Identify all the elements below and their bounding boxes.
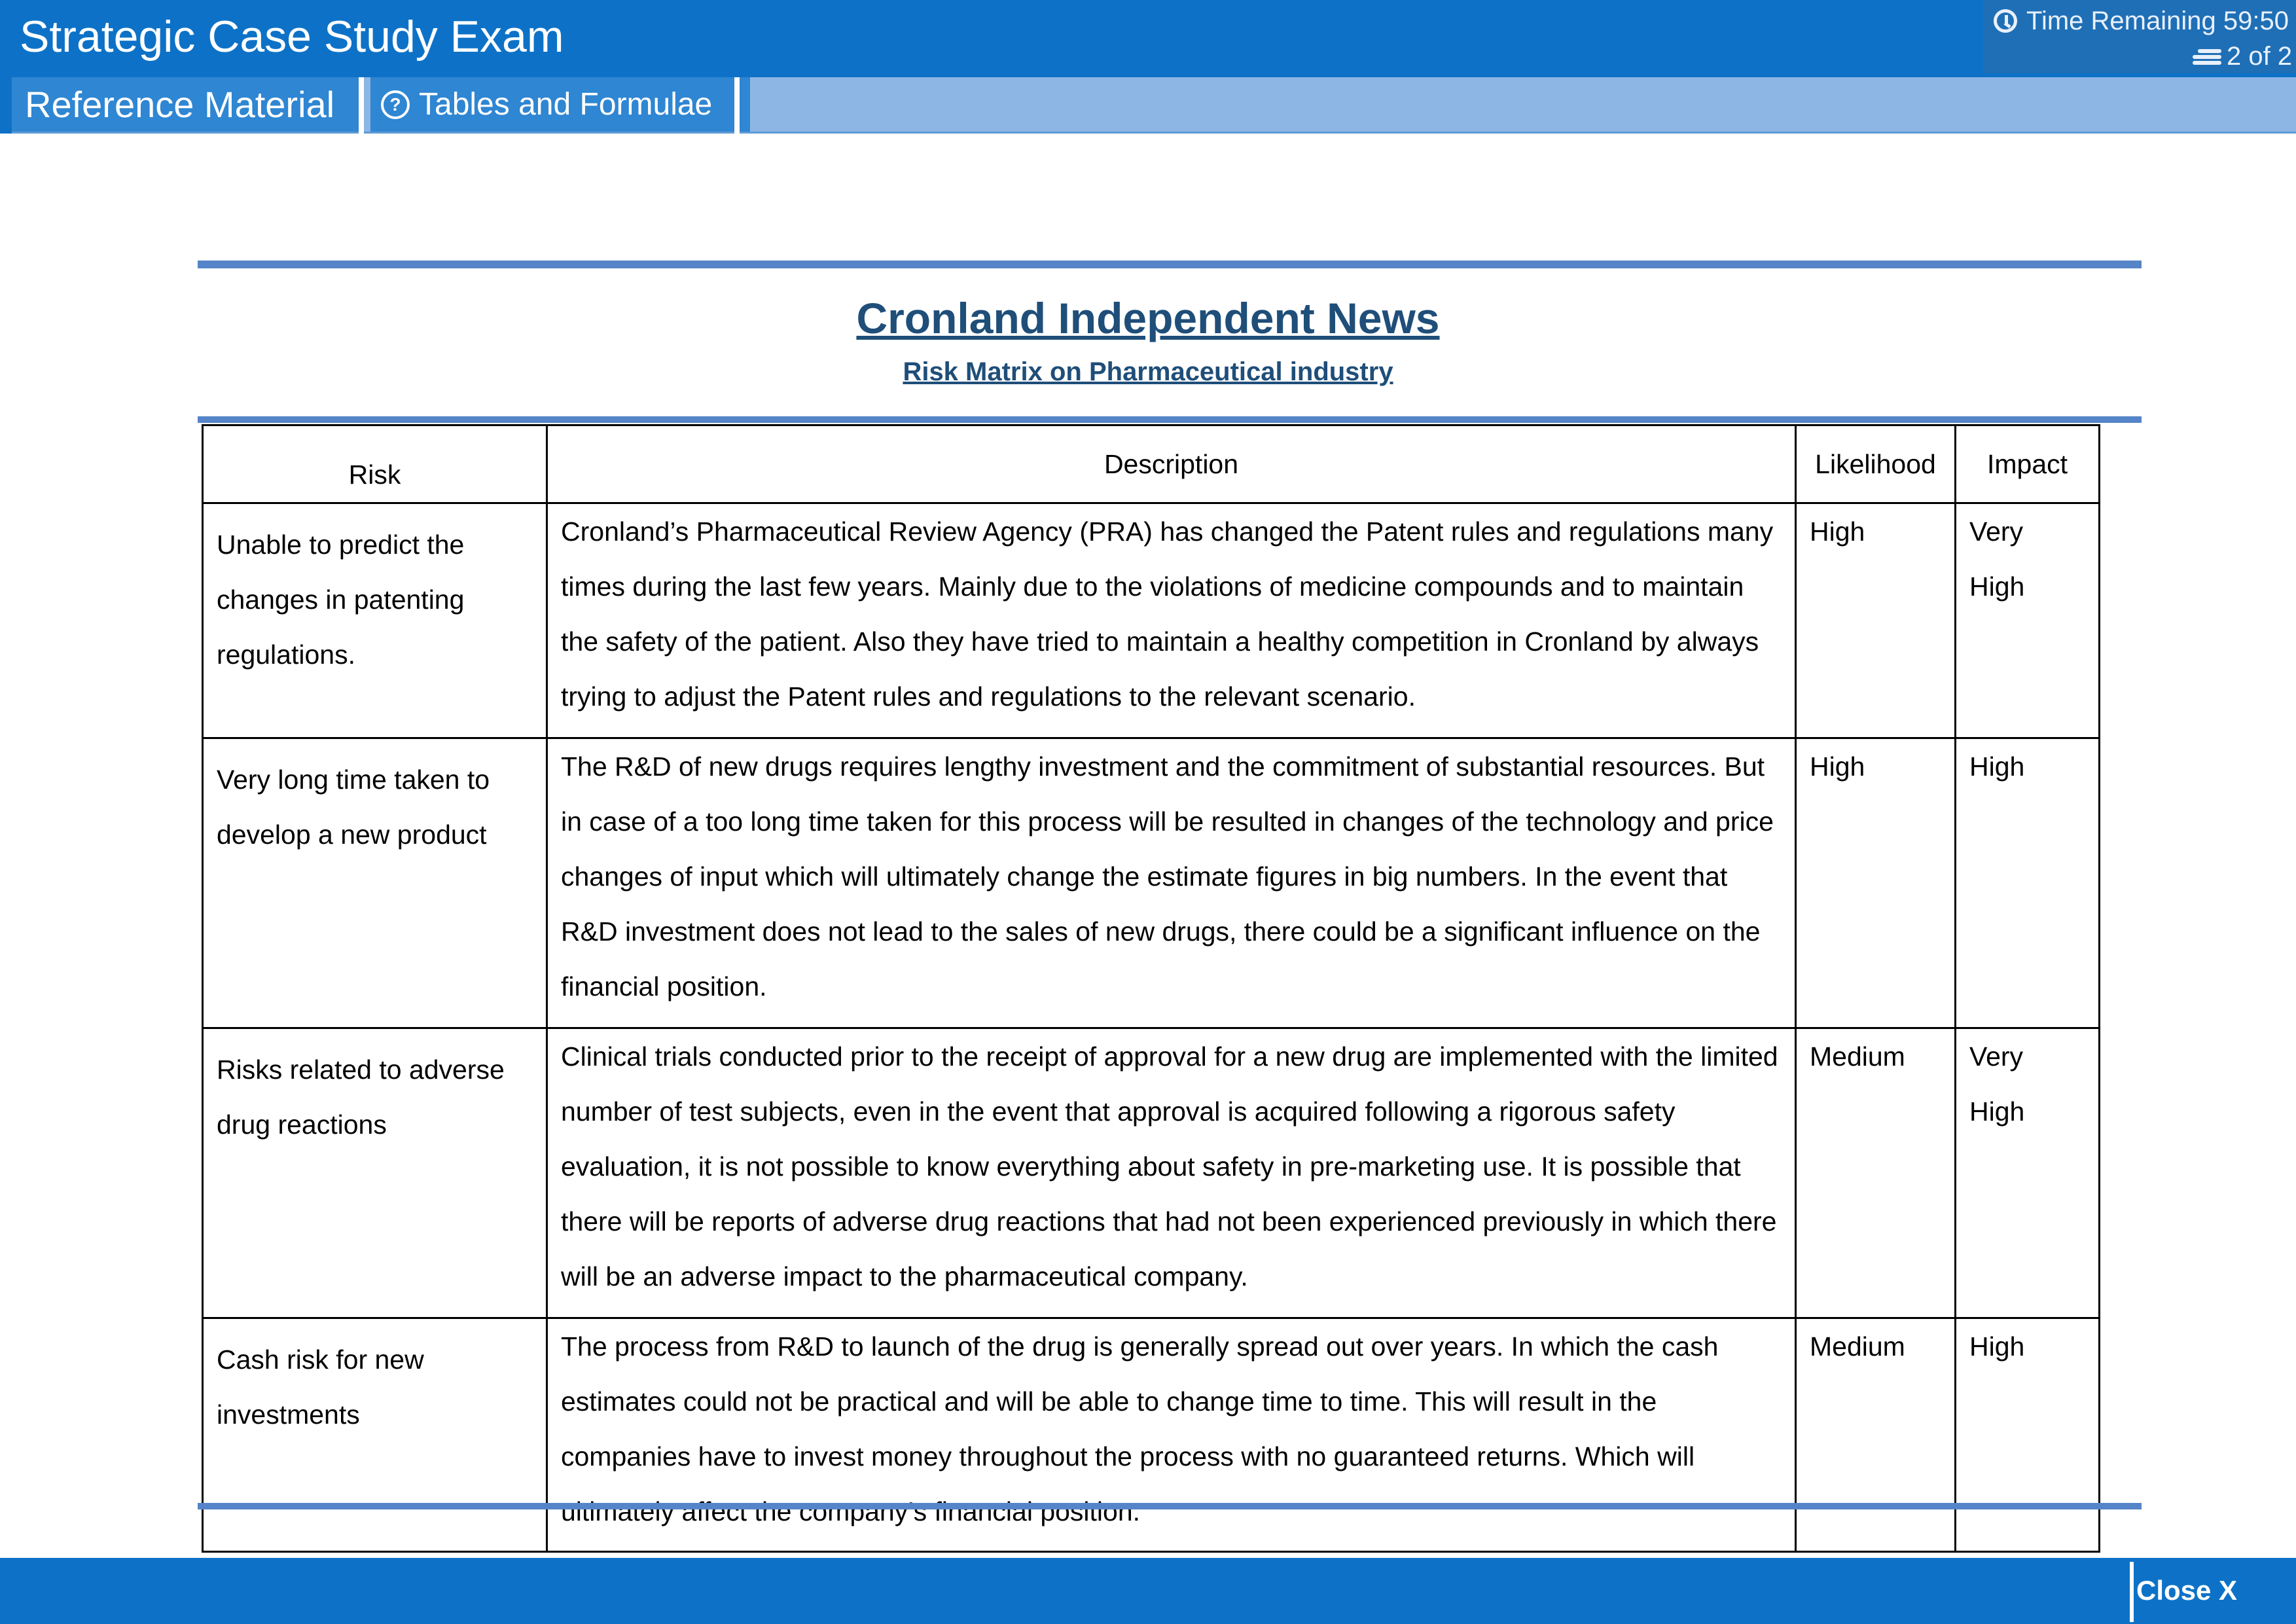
tab-divider bbox=[734, 77, 740, 134]
likelihood-cell: High bbox=[1795, 502, 1956, 739]
column-header-description: Description bbox=[546, 424, 1797, 504]
description-cell: Cronland’s Pharmaceutical Review Agency … bbox=[546, 502, 1797, 739]
document-title: Cronland Independent News bbox=[856, 294, 1440, 342]
risk-matrix-table: Risk Description Likelihood Impact Unabl… bbox=[202, 424, 2100, 1553]
status-panel: Time Remaining 59:50 2 of 2 bbox=[1983, 0, 2296, 73]
risk-cell: Cash risk for new investments bbox=[202, 1317, 548, 1553]
table-bottom-rule bbox=[198, 1503, 2142, 1509]
page-indicator-label: 2 of 2 bbox=[2227, 41, 2293, 71]
table-row: Very long time taken to develop a new pr… bbox=[202, 737, 2100, 1029]
tab-divider bbox=[359, 77, 364, 134]
pages-icon bbox=[2193, 48, 2221, 65]
risk-cell: Risks related to adverse drug reactions bbox=[202, 1027, 548, 1319]
impact-cell: High bbox=[1954, 737, 2100, 1029]
column-header-risk: Risk bbox=[202, 424, 548, 504]
risk-cell: Unable to predict the changes in patenti… bbox=[202, 502, 548, 739]
clock-icon bbox=[1994, 9, 2017, 33]
footer-divider bbox=[2130, 1562, 2134, 1622]
column-header-impact: Impact bbox=[1954, 424, 2100, 504]
likelihood-cell: Medium bbox=[1795, 1027, 1956, 1319]
exam-header: Strategic Case Study Exam Time Remaining… bbox=[0, 0, 2296, 77]
description-cell: Clinical trials conducted prior to the r… bbox=[546, 1027, 1797, 1319]
time-remaining: Time Remaining 59:50 bbox=[1994, 5, 2289, 37]
impact-cell: Very High bbox=[1954, 1027, 2100, 1319]
exam-title: Strategic Case Study Exam bbox=[20, 12, 564, 62]
description-cell: The R&D of new drugs requires lengthy in… bbox=[546, 737, 1797, 1029]
page-indicator: 2 of 2 bbox=[2193, 41, 2292, 72]
table-header-row: Risk Description Likelihood Impact bbox=[202, 424, 2100, 504]
help-circle-icon: ? bbox=[381, 90, 410, 119]
impact-cell: High bbox=[1954, 1317, 2100, 1553]
exam-window: Strategic Case Study Exam Time Remaining… bbox=[0, 0, 2296, 1624]
top-rule bbox=[198, 261, 2142, 268]
column-header-likelihood: Likelihood bbox=[1795, 424, 1956, 504]
reference-toolbar: Reference Material ? Tables and Formulae bbox=[0, 77, 2296, 134]
table-row: Cash risk for new investments The proces… bbox=[202, 1317, 2100, 1553]
time-remaining-label: Time Remaining 59:50 bbox=[2026, 6, 2289, 35]
document-subtitle: Risk Matrix on Pharmaceutical industry bbox=[903, 357, 1393, 386]
description-cell: The process from R&D to launch of the dr… bbox=[546, 1317, 1797, 1553]
toolbar-edge bbox=[0, 77, 12, 134]
impact-cell: Very High bbox=[1954, 502, 2100, 739]
exam-footer bbox=[0, 1558, 2296, 1624]
close-button[interactable]: Close X bbox=[2136, 1568, 2237, 1614]
table-top-rule bbox=[198, 416, 2142, 423]
table-row: Risks related to adverse drug reactions … bbox=[202, 1027, 2100, 1319]
tab-spacer bbox=[740, 77, 750, 132]
tab-tables-and-formulae[interactable]: ? Tables and Formulae bbox=[370, 77, 734, 132]
likelihood-cell: High bbox=[1795, 737, 1956, 1029]
table-row: Unable to predict the changes in patenti… bbox=[202, 502, 2100, 739]
tab-reference-material[interactable]: Reference Material bbox=[12, 77, 359, 132]
tab-tables-label: Tables and Formulae bbox=[419, 87, 713, 122]
likelihood-cell: Medium bbox=[1795, 1317, 1956, 1553]
risk-cell: Very long time taken to develop a new pr… bbox=[202, 737, 548, 1029]
